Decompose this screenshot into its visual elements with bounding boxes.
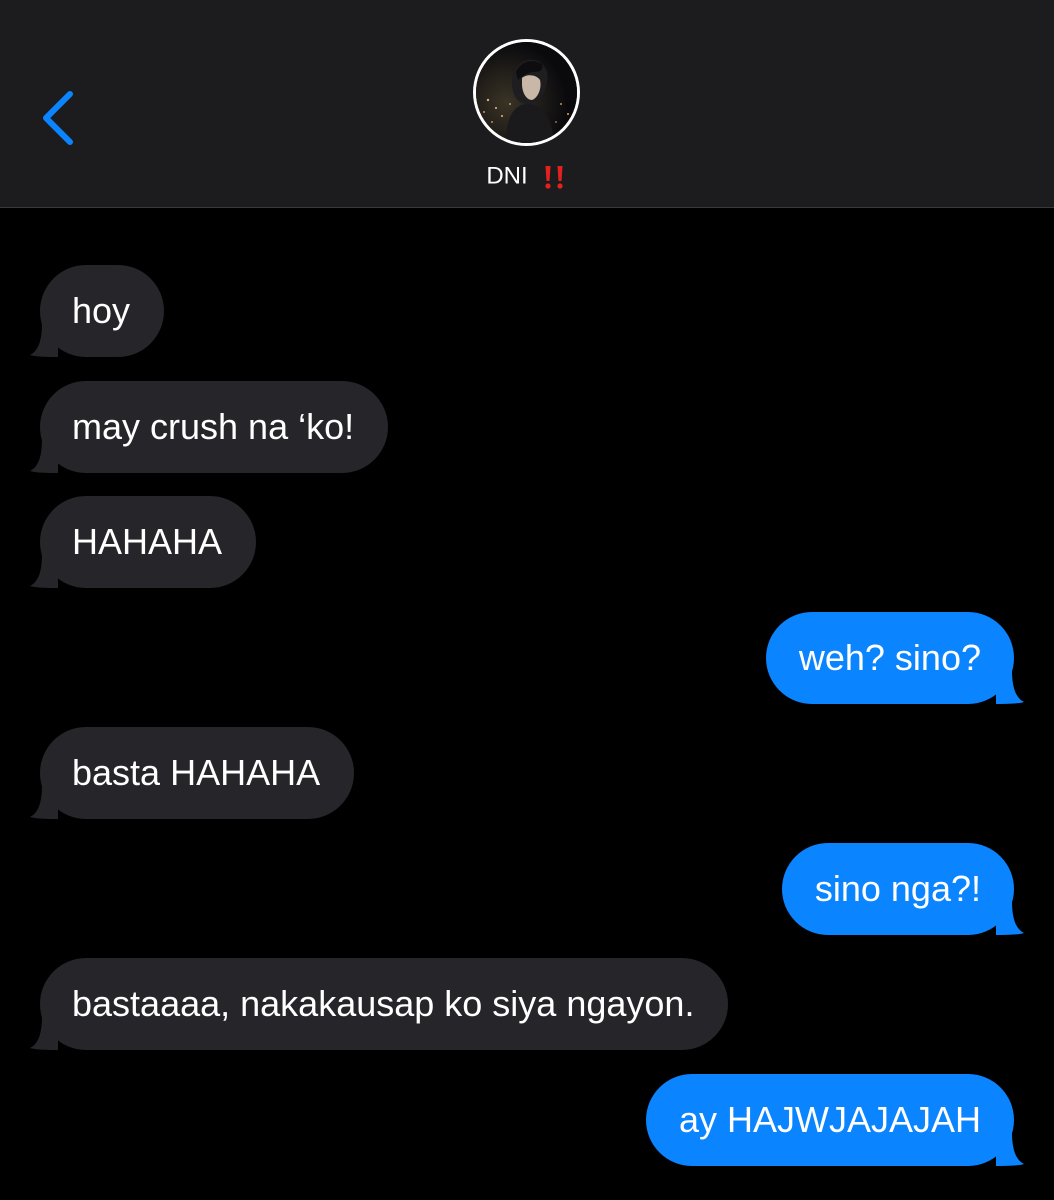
bubble-tail [996,670,1024,704]
bubble-tail [30,1016,58,1050]
message-bubble-sent[interactable]: weh? sino? [765,612,1024,704]
bubble-tail [30,323,58,357]
message-text: sino nga?! [814,868,981,909]
contact-name-text: DNI [486,162,528,190]
message-text: weh? sino? [798,637,981,678]
contact-avatar[interactable] [473,39,580,146]
message-text: ay HAJWJAJAJAH [678,1099,981,1140]
message-bubble-received[interactable]: bastaaaa, nakakausap ko siya ngayon. [30,958,729,1050]
chevron-left-icon [36,88,84,148]
bubble-tail [30,785,58,819]
message-bubble-received[interactable]: HAHAHA [30,496,257,588]
bubble-tail [30,439,58,473]
message-bubble-sent[interactable]: ay HAJWJAJAJAH [645,1074,1024,1166]
message-text: hoy [72,290,131,331]
avatar-photo [476,42,577,143]
message-text: basta HAHAHA [72,752,321,793]
message-bubble-received[interactable]: basta HAHAHA [30,727,355,819]
message-text: HAHAHA [72,521,223,562]
message-bubble-received[interactable]: hoy [30,265,165,357]
bubble-tail [30,554,58,588]
message-bubble-received[interactable]: may crush na ‘ko! [30,381,389,473]
conversation-header: DNI [0,0,1054,208]
message-text: bastaaaa, nakakausap ko siya ngayon. [72,983,695,1024]
bubble-tail [996,901,1024,935]
message-bubble-sent[interactable]: sino nga?! [781,843,1024,935]
messages-screen: DNI hoy may crush na ‘ko! HAHAHA weh? si… [0,0,1054,1200]
back-button[interactable] [36,88,84,148]
message-text: may crush na ‘ko! [72,406,355,447]
double-exclamation-icon [542,164,568,190]
contact-name[interactable]: DNI [0,160,1054,193]
bubble-tail [996,1132,1024,1166]
